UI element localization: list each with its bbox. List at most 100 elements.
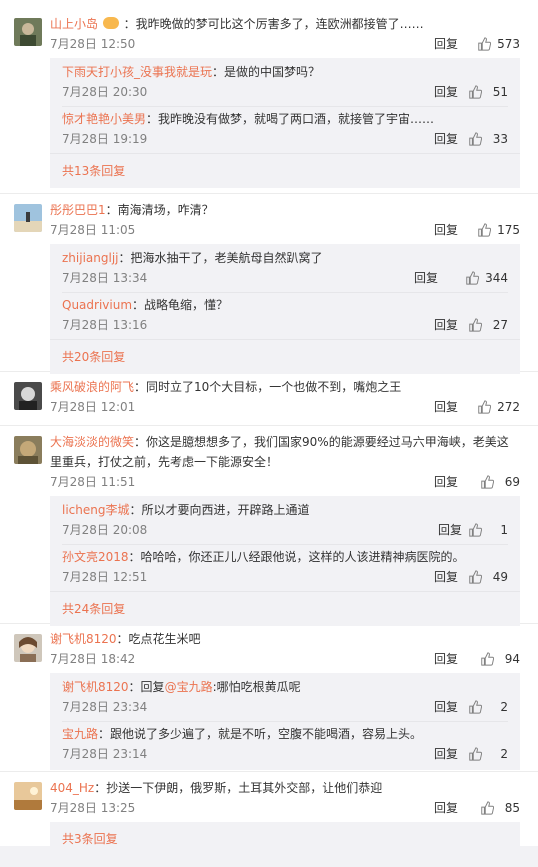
like-button[interactable]: 49 (468, 567, 508, 587)
reply-text: ：把海水抽干了，老美航母自然趴窝了 (118, 251, 323, 265)
like-button[interactable]: 85 (480, 798, 520, 818)
like-button[interactable]: 2 (468, 744, 508, 764)
reply-item: 谢飞机8120：回复@宝九路:哪怕吃根黄瓜呢 7月28日 23:34 回复 2 (50, 675, 520, 717)
like-count: 344 (485, 271, 508, 285)
reply-item: 惊才艳艳小美男：我昨晚没有做梦，就喝了两口酒，就接管了宇宙…… 7月28日 19… (50, 107, 520, 149)
reply-item: 下雨天打小孩_没事我就是玩：是做的中国梦吗？ 7月28日 20:30 回复 51 (50, 60, 520, 102)
comment-text: ：抄送一下伊朗，俄罗斯，土耳其外交部，让他们恭迎 (94, 781, 383, 795)
like-button[interactable]: 33 (468, 129, 508, 149)
like-count: 175 (497, 223, 520, 237)
comment: 404_Hz：抄送一下伊朗，俄罗斯，土耳其外交部，让他们恭迎 7月28日 13:… (0, 772, 538, 867)
reply-username[interactable]: licheng李城 (62, 503, 129, 517)
comment: 彤彤巴巴1：南海清场，咋清？ 7月28日 11:05 回复 175 zhijia… (0, 194, 538, 374)
comment-username[interactable]: 山上小岛 (50, 17, 98, 31)
reply-button[interactable]: 回复 (414, 268, 438, 288)
comment-text: ：我昨晚做的梦可比这个厉害多了，连欧洲都接管了…… (123, 17, 424, 31)
like-count: 27 (492, 318, 508, 332)
reply-username[interactable]: 谢飞机8120 (62, 680, 129, 694)
reply-text: ：是做的中国梦吗？ (212, 65, 321, 79)
reply-button[interactable]: 回复 (434, 649, 458, 669)
reply-item: zhijiangljj：把海水抽干了，老美航母自然趴窝了 7月28日 13:34… (50, 246, 520, 288)
like-count: 51 (492, 85, 508, 99)
reply-username[interactable]: 宝九路 (62, 727, 98, 741)
reply-time: 7月28日 19:19 (62, 132, 148, 146)
comment-time: 7月28日 18:42 (50, 652, 136, 666)
comment-time: 7月28日 12:50 (50, 37, 136, 51)
reply-time: 7月28日 13:34 (62, 271, 148, 285)
like-count: 2 (500, 700, 508, 714)
like-button[interactable]: 2 (468, 697, 508, 717)
thumbs-up-icon (481, 475, 494, 489)
reply-button[interactable]: 回复 (438, 520, 462, 540)
comment-username[interactable]: 乘风破浪的阿飞 (50, 380, 134, 394)
reply-item: licheng李城：所以才要向西进，开辟路上通道 7月28日 20:08 回复 … (50, 498, 520, 540)
reply-button[interactable]: 回复 (434, 82, 458, 102)
like-button[interactable]: 344 (465, 268, 508, 288)
reply-button[interactable]: 回复 (434, 397, 458, 417)
reply-button[interactable]: 回复 (434, 220, 458, 240)
comment-time: 7月28日 13:25 (50, 801, 136, 815)
reply-username[interactable]: 下雨天打小孩_没事我就是玩 (62, 65, 212, 79)
reply-button[interactable]: 回复 (434, 798, 458, 818)
more-replies-link[interactable]: 共3条回复 (50, 822, 520, 856)
reply-time: 7月28日 23:34 (62, 700, 148, 714)
thumbs-up-icon (466, 271, 480, 285)
reply-username[interactable]: 孙文亮2018 (62, 550, 129, 564)
comment-username[interactable]: 彤彤巴巴1 (50, 203, 106, 217)
reply-thread: 谢飞机8120：回复@宝九路:哪怕吃根黄瓜呢 7月28日 23:34 回复 2 … (50, 673, 520, 770)
reply-item: Quadrivium：战略龟缩，懂？ 7月28日 13:16 回复 27 (50, 293, 520, 335)
like-button[interactable]: 51 (468, 82, 508, 102)
thumbs-up-icon (469, 318, 482, 332)
thumbs-up-icon (478, 400, 492, 414)
more-replies-link[interactable]: 共20条回复 (50, 339, 520, 374)
reply-button[interactable]: 回复 (434, 34, 458, 54)
thumbs-up-icon (481, 652, 494, 666)
like-button[interactable]: 1 (468, 520, 508, 540)
like-button[interactable]: 175 (477, 220, 520, 240)
thumbs-up-icon (469, 85, 482, 99)
reply-button[interactable]: 回复 (434, 697, 458, 717)
reply-username[interactable]: Quadrivium (62, 298, 132, 312)
like-button[interactable]: 94 (480, 649, 520, 669)
more-replies-link[interactable]: 共24条回复 (50, 591, 520, 626)
thumbs-up-icon (469, 132, 482, 146)
like-count: 272 (497, 400, 520, 414)
like-count: 94 (504, 652, 520, 666)
thumbs-up-icon (469, 570, 482, 584)
badge-icon (102, 17, 119, 29)
reply-thread: 共3条回复 (50, 822, 520, 856)
like-button[interactable]: 69 (480, 472, 520, 492)
reply-time: 7月28日 12:51 (62, 570, 148, 584)
comment-username[interactable]: 大海淡淡的微笑 (50, 435, 134, 449)
like-count: 33 (492, 132, 508, 146)
thumbs-up-icon (469, 523, 482, 537)
reply-button[interactable]: 回复 (434, 567, 458, 587)
comment-time: 7月28日 11:05 (50, 223, 136, 237)
like-count: 69 (504, 475, 520, 489)
reply-username[interactable]: 惊才艳艳小美男 (62, 112, 146, 126)
comment: 山上小岛 ：我昨晚做的梦可比这个厉害多了，连欧洲都接管了…… 7月28日 12:… (0, 0, 538, 194)
like-button[interactable]: 27 (468, 315, 508, 335)
reply-username[interactable]: zhijiangljj (62, 251, 118, 265)
comment-username[interactable]: 404_Hz (50, 781, 94, 795)
reply-button[interactable]: 回复 (434, 744, 458, 764)
comment-list: 山上小岛 ：我昨晚做的梦可比这个厉害多了，连欧洲都接管了…… 7月28日 12:… (0, 0, 538, 856)
reply-button[interactable]: 回复 (434, 472, 458, 492)
mention-link[interactable]: @宝九路 (165, 680, 213, 694)
comment-username[interactable]: 谢飞机8120 (50, 632, 117, 646)
thumbs-up-icon (469, 747, 482, 761)
more-replies-link[interactable]: 共13条回复 (50, 153, 520, 188)
like-count: 85 (504, 801, 520, 815)
reply-text: :哪怕吃根黄瓜呢 (212, 680, 301, 694)
reply-time: 7月28日 20:08 (62, 523, 148, 537)
thumbs-up-icon (478, 223, 492, 237)
reply-item: 孙文亮2018：哈哈哈，你还正儿八经跟他说，这样的人该进精神病医院的。 7月28… (50, 545, 520, 587)
reply-button[interactable]: 回复 (434, 315, 458, 335)
thumbs-up-icon (481, 801, 494, 815)
reply-thread: 下雨天打小孩_没事我就是玩：是做的中国梦吗？ 7月28日 20:30 回复 51… (50, 58, 520, 188)
like-button[interactable]: 573 (477, 34, 520, 54)
comment-time: 7月28日 12:01 (50, 400, 136, 414)
like-button[interactable]: 272 (477, 397, 520, 417)
reply-button[interactable]: 回复 (434, 129, 458, 149)
reply-text: ：跟他说了多少遍了，就是不听，空腹不能喝酒，容易上头。 (98, 727, 423, 741)
